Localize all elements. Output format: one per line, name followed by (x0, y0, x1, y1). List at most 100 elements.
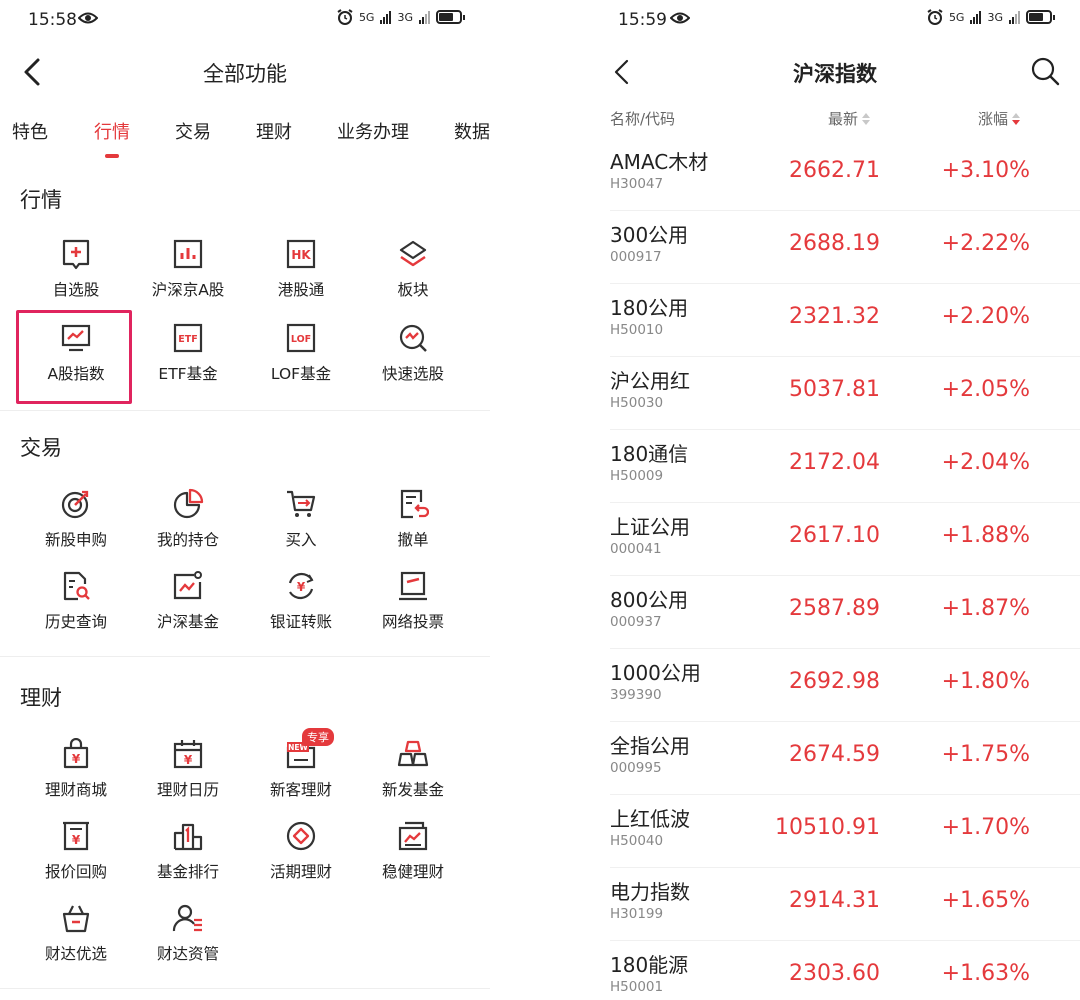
ranking-icon (173, 823, 203, 851)
table-row[interactable]: 沪公用红 H50030 5037.81 +2.05% (590, 357, 1080, 430)
sort-arrows-icon (862, 112, 871, 125)
index-change: +1.63% (941, 961, 1030, 986)
index-price: 5037.81 (789, 377, 880, 402)
svg-text:ETF: ETF (178, 334, 197, 345)
grid-item-wealth-mall[interactable]: ¥ 理财商城 (20, 738, 132, 808)
index-change: +1.87% (941, 596, 1030, 621)
grid-item-wealth-calendar[interactable]: ¥ 理财日历 (132, 738, 244, 808)
index-code: 000995 (610, 760, 662, 776)
etf-icon: ETF (173, 323, 203, 353)
table-row[interactable]: 1000公用 399390 2692.98 +1.80% (590, 649, 1080, 722)
grid-item-a-shares[interactable]: 沪深京A股 (132, 238, 244, 308)
index-price: 2172.04 (789, 450, 880, 475)
header-change-label: 涨幅 (978, 110, 1009, 128)
search-icon[interactable] (1030, 56, 1060, 86)
grid-item-etf[interactable]: ETF ETF基金 (132, 322, 244, 392)
calendar-icon: ¥ (173, 740, 203, 769)
svg-text:¥: ¥ (184, 753, 193, 767)
grid-item-hk-connect[interactable]: HK 港股通 (245, 238, 357, 308)
grid-item-new-fund[interactable]: 新发基金 (357, 738, 469, 808)
table-row[interactable]: 180能源 H50001 2303.60 +1.63% (590, 941, 1080, 1000)
index-name: 全指公用 (610, 734, 690, 758)
stable-icon (398, 821, 428, 851)
grid-item-caida-asset[interactable]: 财达资管 (132, 902, 244, 972)
index-change: +1.65% (941, 888, 1030, 913)
index-code: H50010 (610, 322, 664, 338)
table-row[interactable]: 180通信 H50009 2172.04 +2.04% (590, 430, 1080, 503)
sort-latest-button[interactable]: 最新 (828, 108, 871, 129)
table-row[interactable]: AMAC木材 H30047 2662.71 +3.10% (590, 138, 1080, 211)
grid-item-lof[interactable]: LOF LOF基金 (245, 322, 357, 392)
index-code: H50040 (610, 833, 664, 849)
index-name: 1000公用 (610, 661, 701, 685)
list-header: 名称/代码 最新 涨幅 (590, 108, 1080, 132)
grid-item-cancel-order[interactable]: 撤单 (357, 488, 469, 558)
index-price: 2321.32 (789, 304, 880, 329)
alarm-icon (927, 9, 943, 25)
table-row[interactable]: 上红低波 H50040 10510.91 +1.70% (590, 795, 1080, 868)
tab-featured[interactable]: 特色 (12, 118, 48, 144)
eye-icon (670, 12, 690, 24)
table-row[interactable]: 180公用 H50010 2321.32 +2.20% (590, 284, 1080, 357)
grid-item-holdings[interactable]: 我的持仓 (132, 488, 244, 558)
grid-item-buy[interactable]: 买入 (245, 488, 357, 558)
grid-item-history[interactable]: 历史查询 (20, 570, 132, 640)
grid-item-caida-select[interactable]: 财达优选 (20, 902, 132, 972)
grid-item-online-vote[interactable]: 网络投票 (357, 570, 469, 640)
bar-chart-icon (173, 239, 203, 269)
table-row[interactable]: 全指公用 000995 2674.59 +1.75% (590, 722, 1080, 795)
index-name: 沪公用红 (610, 369, 690, 393)
vote-icon (399, 571, 427, 601)
nav-bar: 全部功能 (0, 44, 490, 100)
tab-business[interactable]: 业务办理 (337, 118, 409, 144)
tab-market[interactable]: 行情 (94, 118, 130, 144)
index-change: +1.75% (941, 742, 1030, 767)
tab-wealth[interactable]: 理财 (256, 118, 292, 144)
status-icons: 5G 3G (337, 9, 465, 25)
tab-trade[interactable]: 交易 (175, 118, 211, 144)
grid-item-sectors[interactable]: 板块 (357, 238, 469, 308)
section-divider (0, 656, 490, 657)
grid-item-ipo-subscribe[interactable]: 新股申购 (20, 488, 132, 558)
alarm-icon (337, 9, 353, 25)
index-code: H50001 (610, 979, 664, 995)
index-change: +2.05% (941, 377, 1030, 402)
network-3g: 3G (987, 10, 1003, 24)
sort-change-button[interactable]: 涨幅 (978, 108, 1021, 129)
table-row[interactable]: 电力指数 H30199 2914.31 +1.65% (590, 868, 1080, 941)
grid-item-current-wealth[interactable]: 活期理财 (245, 820, 357, 890)
page-title: 全部功能 (203, 62, 287, 86)
grid-item-fund[interactable]: 沪深基金 (132, 570, 244, 640)
gold-bars-icon (397, 740, 429, 767)
hk-icon: HK (286, 239, 316, 269)
index-price: 2303.60 (789, 961, 880, 986)
status-time: 15:58 (28, 10, 77, 30)
table-row[interactable]: 800公用 000937 2587.89 +1.87% (590, 576, 1080, 649)
network-3g: 3G (397, 10, 413, 24)
sort-desc-icon (1012, 112, 1021, 125)
svg-text:¥: ¥ (297, 580, 306, 594)
index-name: 800公用 (610, 588, 689, 612)
index-name: 电力指数 (610, 880, 690, 904)
section-divider (0, 988, 490, 989)
network-5g: 5G (948, 10, 965, 24)
index-code: H50009 (610, 468, 664, 484)
nav-bar: 沪深指数 (590, 44, 1080, 100)
grid-item-quick-pick[interactable]: 快速选股 (357, 322, 469, 392)
index-name: 180能源 (610, 953, 689, 977)
tab-data[interactable]: 数据 (454, 118, 490, 144)
index-price: 2662.71 (789, 158, 880, 183)
category-tabs: 特色 行情 交易 理财 业务办理 数据 (0, 112, 490, 162)
grid-item-stable-wealth[interactable]: 稳健理财 (357, 820, 469, 890)
grid-item-fund-ranking[interactable]: 基金排行 (132, 820, 244, 890)
grid-item-watchlist[interactable]: 自选股 (20, 238, 132, 308)
grid-item-new-customer[interactable]: NEW 新客理财 (245, 738, 357, 808)
table-row[interactable]: 上证公用 000041 2617.10 +1.88% (590, 503, 1080, 576)
index-code: H30047 (610, 176, 664, 192)
index-price: 2674.59 (789, 742, 880, 767)
grid-item-bank-transfer[interactable]: ¥ 银证转账 (245, 570, 357, 640)
transfer-icon: ¥ (288, 572, 314, 600)
grid-item-repo[interactable]: ¥ 报价回购 (20, 820, 132, 890)
index-change: +3.10% (941, 158, 1030, 183)
table-row[interactable]: 300公用 000917 2688.19 +2.22% (590, 211, 1080, 284)
